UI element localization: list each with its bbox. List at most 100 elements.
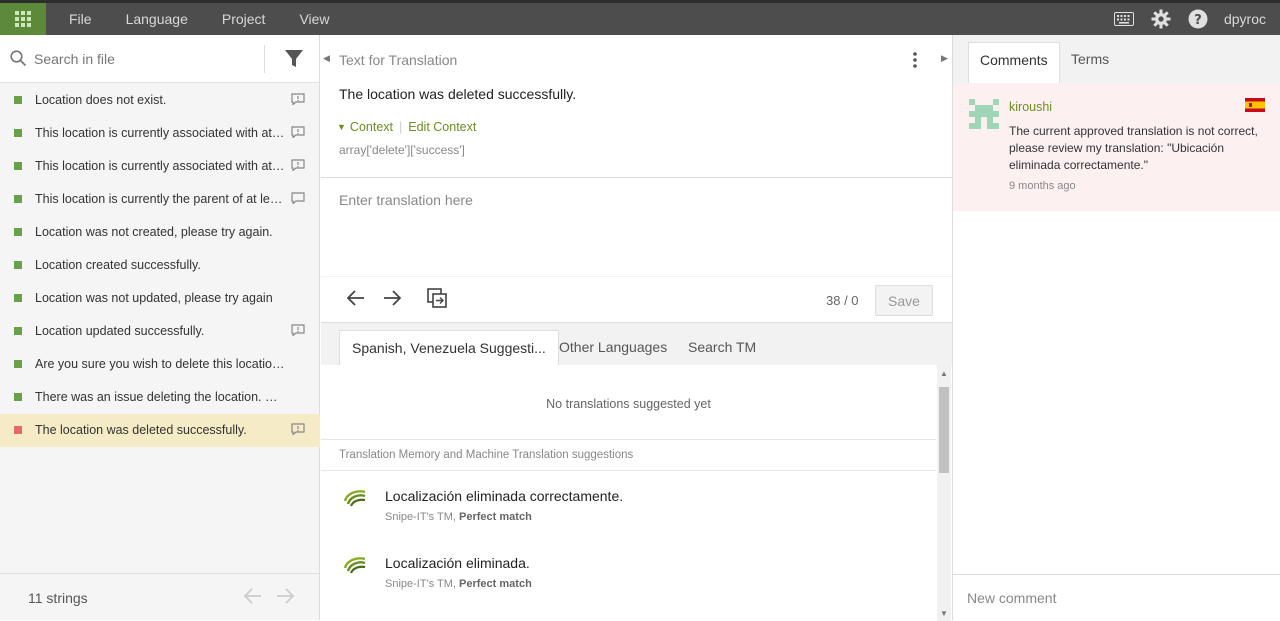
collapse-left-icon[interactable]: ◀ [323,53,330,64]
menu-project[interactable]: Project [205,3,283,35]
menu-view[interactable]: View [282,3,346,35]
string-row[interactable]: Location updated successfully. [0,315,320,348]
comment-icon[interactable] [291,324,305,336]
edit-context-link[interactable]: Edit Context [408,120,476,134]
arrow-left-icon[interactable] [243,588,262,609]
status-indicator [14,294,22,302]
source-label: Text for Translation [339,52,458,68]
apps-grid-button[interactable] [0,3,46,35]
string-row[interactable]: Location was not updated, please try aga… [0,282,320,315]
comment-icon[interactable] [291,126,305,138]
strings-panel: Location does not exist. This location is… [0,35,320,620]
new-comment-box [953,574,1280,620]
context-toggle[interactable]: Context [350,120,393,134]
copy-source-icon[interactable] [427,288,447,308]
comments-panel: Comments Terms kiroushi The current appr… [952,35,1280,620]
string-text: This location is currently the parent of… [35,192,285,206]
string-text: This location is currently associated wi… [35,126,285,140]
scroll-up-icon[interactable]: ▲ [940,369,948,378]
string-text: Are you sure you wish to delete this loc… [35,357,285,371]
comment-icon[interactable] [291,192,305,204]
tab-terms[interactable]: Terms [1060,42,1120,84]
tab-other-languages[interactable]: Other Languages [547,330,679,365]
arrow-right-icon[interactable] [276,588,295,609]
keyboard-icon[interactable] [1113,8,1135,30]
tm-suggestion[interactable]: Localización eliminada. Snipe-IT's TM, P… [321,540,936,606]
string-row[interactable]: This location is currently associated wi… [0,150,320,183]
tm-header: Translation Memory and Machine Translati… [321,439,936,471]
menu-file[interactable]: File [52,3,109,35]
editor-toolbar: 38 / 0 Save [321,276,952,323]
string-row[interactable]: Location does not exist. [0,84,320,117]
svg-text:?: ? [1194,13,1202,28]
caret-down-icon: ▼ [337,122,346,132]
top-right-actions: ? dpyroc [1113,3,1280,35]
status-indicator [14,228,22,236]
top-bar: File Language Project View ? dpyroc [0,0,1280,35]
string-row[interactable]: There was an issue deleting the location… [0,381,320,414]
arrow-left-icon[interactable] [347,290,365,306]
comment-icon[interactable] [291,423,305,435]
translation-input[interactable] [321,178,952,276]
new-comment-input[interactable] [953,575,1280,620]
status-indicator [14,162,22,170]
kebab-icon[interactable] [911,51,919,69]
scroll-thumb[interactable] [939,387,949,473]
gear-icon[interactable] [1150,8,1172,30]
string-text: The location was deleted successfully. [35,423,247,437]
tm-logo-icon [343,557,366,574]
string-text: There was an issue deleting the location… [35,390,285,404]
string-text: This location is currently associated wi… [35,159,285,173]
source-text: The location was deleted successfully. [339,86,577,102]
avatar-icon [969,99,999,129]
collapse-right-icon[interactable]: ▶ [941,53,948,64]
status-indicator [14,426,22,434]
string-row[interactable]: Location was not created, please try aga… [0,216,320,249]
tab-language-suggestions[interactable]: Spanish, Venezuela Suggesti... [339,330,559,365]
string-row[interactable]: Are you sure you wish to delete this loc… [0,348,320,381]
search-input[interactable] [34,47,254,71]
tm-suggestion-text: Localización eliminada correctamente. [385,488,624,504]
string-text: Location updated successfully. [35,324,205,338]
comment-icon[interactable] [291,93,305,105]
strings-list: Location does not exist. This location is… [0,84,320,447]
context-row: ▼ Context | Edit Context [337,120,476,134]
status-indicator [14,129,22,137]
arrow-right-icon[interactable] [383,290,401,306]
tm-suggestion-meta: Snipe-IT's TM, Perfect match [385,578,532,590]
string-text: Location created successfully. [35,258,201,272]
main-menu: File Language Project View [52,3,347,35]
search-divider [264,45,265,73]
strings-footer: 11 strings [0,573,320,620]
filter-icon[interactable] [284,49,304,69]
menu-language[interactable]: Language [109,3,205,35]
status-indicator [14,327,22,335]
string-row[interactable]: Location created successfully. [0,249,320,282]
string-row[interactable]: This location is currently the parent of… [0,183,320,216]
save-button[interactable]: Save [875,285,933,316]
comment-icon[interactable] [291,159,305,171]
string-row[interactable]: This location is currently associated wi… [0,117,320,150]
context-separator: | [399,120,403,134]
user-name[interactable]: dpyroc [1224,11,1266,27]
status-indicator [14,393,22,401]
tab-comments[interactable]: Comments [968,42,1060,84]
string-text: Location does not exist. [35,93,167,107]
string-text: Location was not created, please try aga… [35,225,273,239]
right-tabs: Comments Terms [953,35,1280,84]
suggestions-scrollbar[interactable]: ▲ ▼ [937,365,951,621]
comment-text: The current approved translation is not … [1009,124,1258,172]
search-icon [10,50,27,67]
comment-time: 9 months ago [1009,180,1076,192]
strings-count: 11 strings [28,590,88,606]
tm-suggestion[interactable]: Localización eliminada correctamente. Sn… [321,473,936,539]
comment-item: kiroushi The current approved translatio… [953,83,1280,211]
scroll-down-icon[interactable]: ▼ [940,609,948,618]
comment-user[interactable]: kiroushi [1009,100,1052,114]
apps-grid-icon [15,11,31,27]
editor-panel: ◀ ▶ Text for Translation The location wa… [321,35,952,621]
help-icon[interactable]: ? [1187,8,1209,30]
tab-search-tm[interactable]: Search TM [676,330,768,365]
string-row[interactable]: The location was deleted successfully. [0,414,320,447]
tm-logo-icon [343,490,366,507]
